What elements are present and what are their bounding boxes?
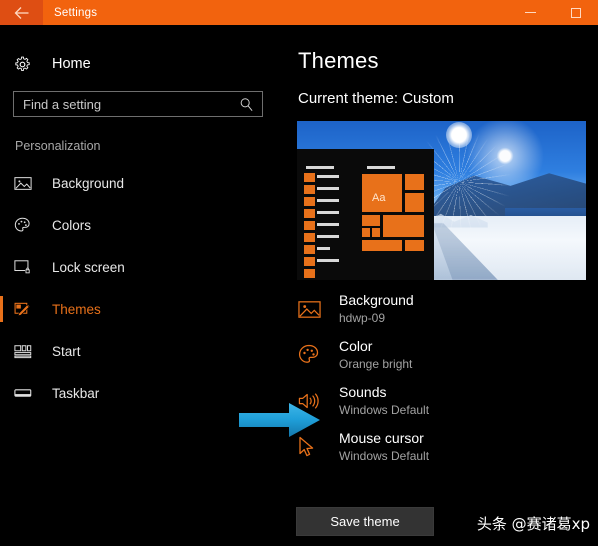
option-title: Mouse cursor: [339, 430, 424, 446]
sidebar-item-label: Start: [52, 343, 81, 359]
back-arrow-icon: [14, 6, 28, 19]
window-controls: [508, 0, 598, 25]
maximize-button[interactable]: [553, 0, 598, 25]
option-value: Windows Default: [339, 403, 430, 417]
palette-icon: [298, 342, 324, 368]
search-icon[interactable]: [237, 95, 256, 114]
sidebar-item-label: Lock screen: [52, 259, 125, 275]
main-content: Themes Current theme: Custom Aa Backgrou…: [280, 25, 598, 546]
cursor-icon: [298, 434, 324, 460]
sidebar: Home Personalization: [0, 25, 280, 546]
search-box[interactable]: [13, 91, 263, 117]
option-title: Color: [339, 338, 373, 354]
preview-tile-letter: Aa: [372, 192, 386, 204]
option-value: Orange bright: [339, 357, 413, 371]
sidebar-item-home[interactable]: Home: [0, 48, 280, 80]
preview-list-lines: [317, 175, 339, 271]
settings-window: Settings Home Pers: [0, 0, 598, 546]
preview-accent-column: [304, 173, 315, 280]
sidebar-item-label: Taskbar: [52, 385, 100, 401]
option-text: Mouse cursor Windows Default: [339, 430, 429, 464]
sidebar-item-lock-screen[interactable]: Lock screen: [0, 246, 280, 288]
sidebar-item-themes[interactable]: Themes: [0, 288, 280, 330]
sidebar-item-label: Themes: [52, 301, 101, 317]
option-text: Sounds Windows Default: [339, 384, 429, 418]
page-title: Themes: [298, 48, 379, 73]
save-theme-button[interactable]: Save theme: [296, 507, 434, 536]
sidebar-item-label: Colors: [52, 217, 92, 233]
window-title: Settings: [54, 6, 98, 19]
search-input[interactable]: [14, 92, 226, 116]
option-row-background[interactable]: Background hdwp-09: [280, 292, 598, 338]
sidebar-section-title: Personalization: [15, 139, 101, 153]
option-value: hdwp-09: [339, 311, 386, 325]
watermark: 头条 @赛诸葛xp: [476, 515, 590, 533]
preview-start-menu: Aa: [297, 149, 434, 280]
option-row-color[interactable]: Color Orange bright: [280, 338, 598, 384]
option-text: Background hdwp-09: [339, 292, 414, 326]
option-text: Color Orange bright: [339, 338, 412, 372]
option-row-mouse-cursor[interactable]: Mouse cursor Windows Default: [280, 430, 598, 476]
option-row-sounds[interactable]: Sounds Windows Default: [280, 384, 598, 430]
sidebar-item-colors[interactable]: Colors: [0, 204, 280, 246]
minimize-button[interactable]: [508, 0, 553, 25]
preview-tiles: Aa: [362, 174, 424, 274]
title-bar: Settings: [0, 0, 598, 25]
theme-options-list: Background hdwp-09 Color Orange bright S…: [280, 292, 598, 476]
sidebar-item-taskbar[interactable]: Taskbar: [0, 372, 280, 414]
preview-bar-left: [306, 166, 334, 169]
gear-icon: [14, 56, 36, 73]
sidebar-item-start[interactable]: Start: [0, 330, 280, 372]
speaker-icon: [298, 388, 324, 414]
taskbar-icon: [14, 383, 36, 403]
lock-screen-icon: [14, 257, 36, 277]
sidebar-item-label: Background: [52, 175, 125, 191]
current-theme-label: Current theme: Custom: [298, 90, 454, 107]
themes-brush-icon: [14, 299, 36, 319]
back-button[interactable]: [0, 0, 43, 25]
sidebar-item-background[interactable]: Background: [0, 162, 280, 204]
option-title: Sounds: [339, 384, 387, 400]
maximize-icon: [570, 7, 581, 18]
minimize-icon: [525, 12, 536, 13]
option-value: Windows Default: [339, 449, 430, 463]
option-title: Background: [339, 292, 414, 308]
preview-bar-right: [367, 166, 395, 169]
sidebar-item-label: Home: [52, 56, 91, 72]
picture-icon: [14, 173, 36, 193]
palette-icon: [14, 215, 36, 235]
picture-icon: [298, 296, 324, 322]
theme-preview[interactable]: Aa: [297, 121, 586, 280]
preview-sun: [445, 122, 472, 149]
start-tiles-icon: [14, 341, 36, 361]
sidebar-nav-list: Background Colors Lock screen Themes Sta…: [0, 162, 280, 414]
